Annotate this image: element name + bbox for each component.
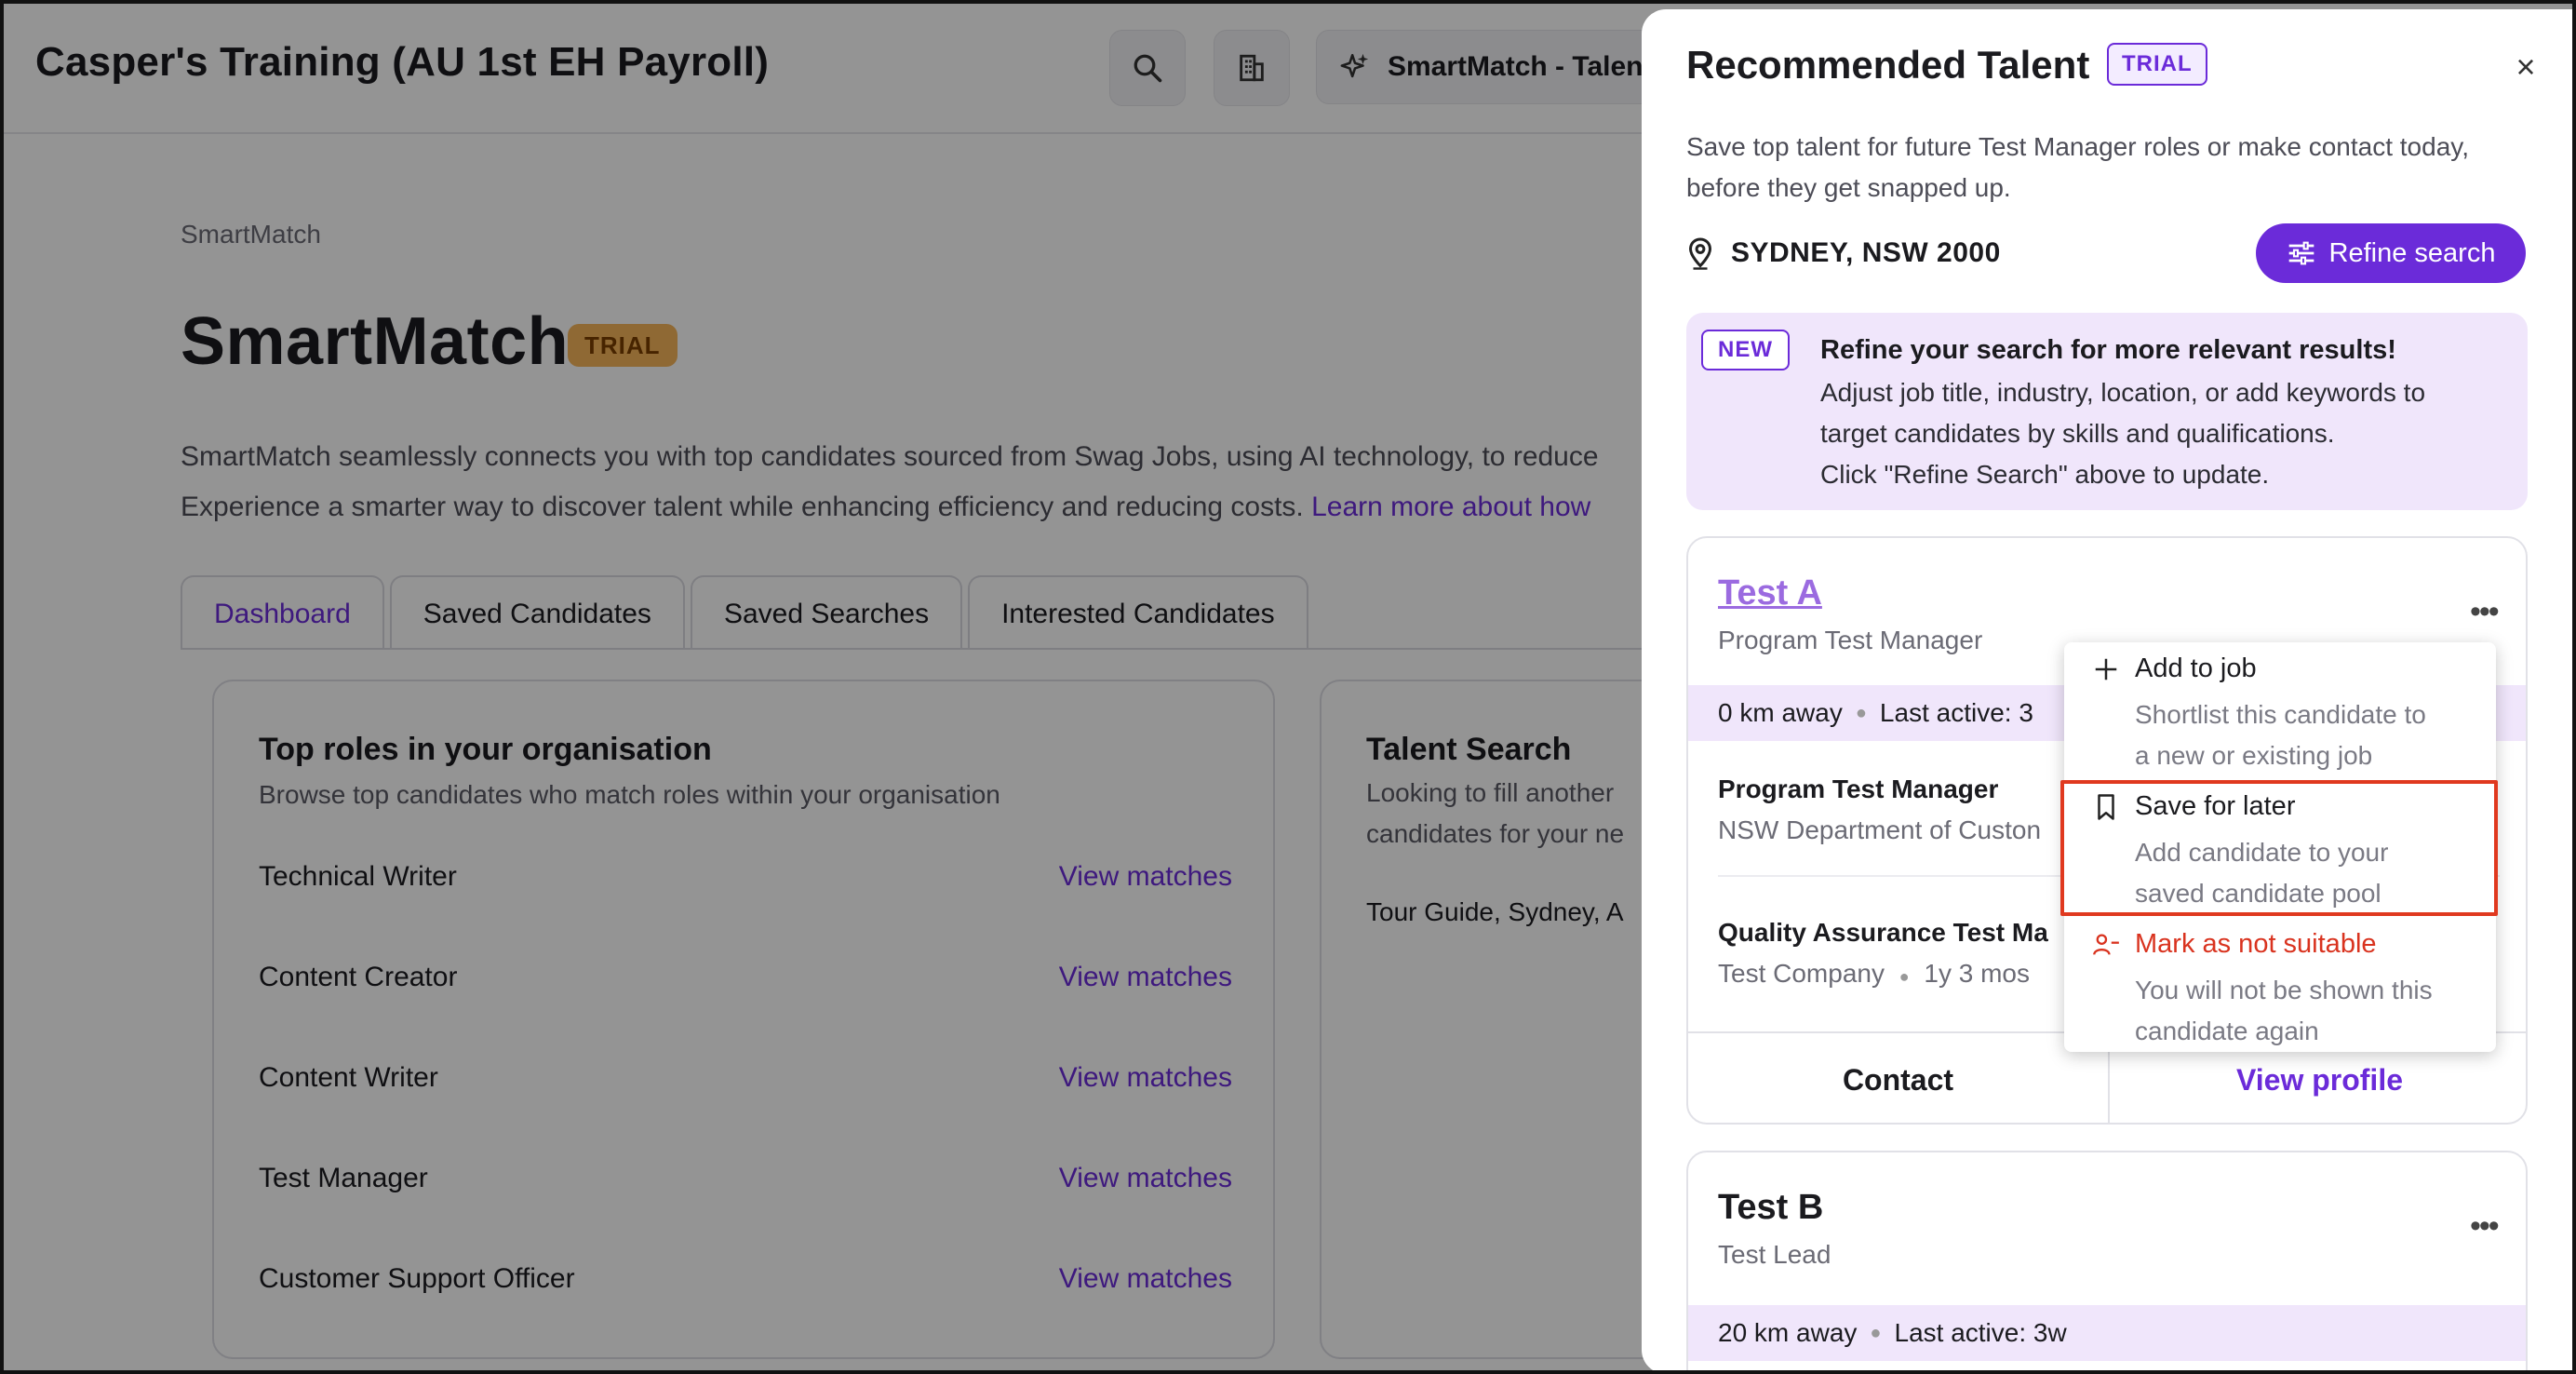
- candidate-name[interactable]: Test B: [1718, 1188, 1823, 1228]
- menu-item-mark-not-suitable[interactable]: Mark as not suitable You will not be sho…: [2064, 925, 2496, 1046]
- separator-dot: ●: [1855, 702, 1867, 723]
- experience-duration: 1y 3 mos: [1924, 959, 2031, 988]
- menu-item-description-line: Shortlist this candidate to: [2135, 700, 2426, 729]
- user-remove-icon: [2092, 931, 2120, 959]
- panel-description: Save top talent for future Test Manager …: [1686, 132, 2469, 202]
- location: SYDNEY, NSW 2000: [1686, 236, 2001, 270]
- new-feature-line-1: Adjust job title, industry, location, or…: [1820, 378, 2426, 407]
- refine-search-button[interactable]: Refine search: [2256, 223, 2526, 283]
- candidate-last-active: Last active: 3w: [1894, 1318, 2067, 1347]
- candidate-last-active: Last active: 3: [1879, 698, 2033, 727]
- candidate-meta: 20 km away ● Last active: 3w: [1688, 1305, 2526, 1361]
- sliders-icon: [2288, 241, 2314, 265]
- refine-search-label: Refine search: [2328, 237, 2496, 268]
- candidate-role: Test Lead: [1718, 1240, 1831, 1269]
- candidate-role: Program Test Manager: [1718, 626, 1983, 654]
- plus-icon: [2092, 655, 2120, 683]
- menu-item-description: You will not be shown this candidate aga…: [2135, 970, 2479, 1052]
- new-feature-line-2: target candidates by skills and qualific…: [1820, 419, 2335, 448]
- new-feature-line-3: Click "Refine Search" above to update.: [1820, 460, 2270, 489]
- more-options-icon[interactable]: •••: [2470, 1208, 2500, 1245]
- location-label: SYDNEY, NSW 2000: [1731, 237, 2001, 268]
- menu-item-description-line: You will not be shown this: [2135, 976, 2433, 1004]
- menu-item-title: Add to job: [2135, 653, 2257, 683]
- menu-item-description-line: candidate again: [2135, 1017, 2319, 1045]
- experience-company: NSW Department of Custon: [1718, 815, 2042, 844]
- contact-button[interactable]: Contact: [1688, 1033, 2110, 1123]
- experience-title: Quality Assurance Test Ma: [1718, 918, 2048, 947]
- separator-dot: ●: [1898, 967, 1910, 986]
- screen-frame: Casper's Training (AU 1st EH Payroll) Sm…: [0, 0, 2576, 1374]
- menu-item-description-line: a new or existing job: [2135, 741, 2373, 770]
- candidate-distance: 20 km away: [1718, 1318, 1858, 1347]
- candidate-name-link[interactable]: Test A: [1718, 573, 1822, 613]
- panel-title: Recommended Talent: [1686, 43, 2090, 87]
- more-options-icon[interactable]: •••: [2470, 594, 2500, 630]
- experience-company-line: Test Company ● 1y 3 mos: [1718, 959, 2030, 989]
- candidate-card: Test B Test Lead ••• 20 km away ● Last a…: [1686, 1151, 2528, 1370]
- experience-company: Test Company: [1718, 959, 1885, 988]
- candidate-distance: 0 km away: [1718, 698, 1843, 727]
- location-pin-icon: [1688, 237, 1712, 270]
- new-feature-text: Adjust job title, industry, location, or…: [1820, 372, 2509, 495]
- close-icon[interactable]: ×: [2507, 48, 2544, 86]
- new-badge: NEW: [1701, 330, 1790, 370]
- new-feature-title: Refine your search for more relevant res…: [1820, 335, 2396, 365]
- new-feature-notice: NEW Refine your search for more relevant…: [1686, 313, 2528, 510]
- save-for-later-highlight: [2060, 780, 2498, 916]
- experience-title: Program Test Manager: [1718, 775, 1999, 803]
- menu-item-title: Mark as not suitable: [2135, 929, 2377, 959]
- panel-trial-badge: TRIAL: [2107, 43, 2207, 86]
- separator-dot: ●: [1870, 1322, 1882, 1343]
- menu-item-description: Shortlist this candidate to a new or exi…: [2135, 694, 2479, 776]
- menu-item-add-to-job[interactable]: Add to job Shortlist this candidate to a…: [2064, 650, 2496, 780]
